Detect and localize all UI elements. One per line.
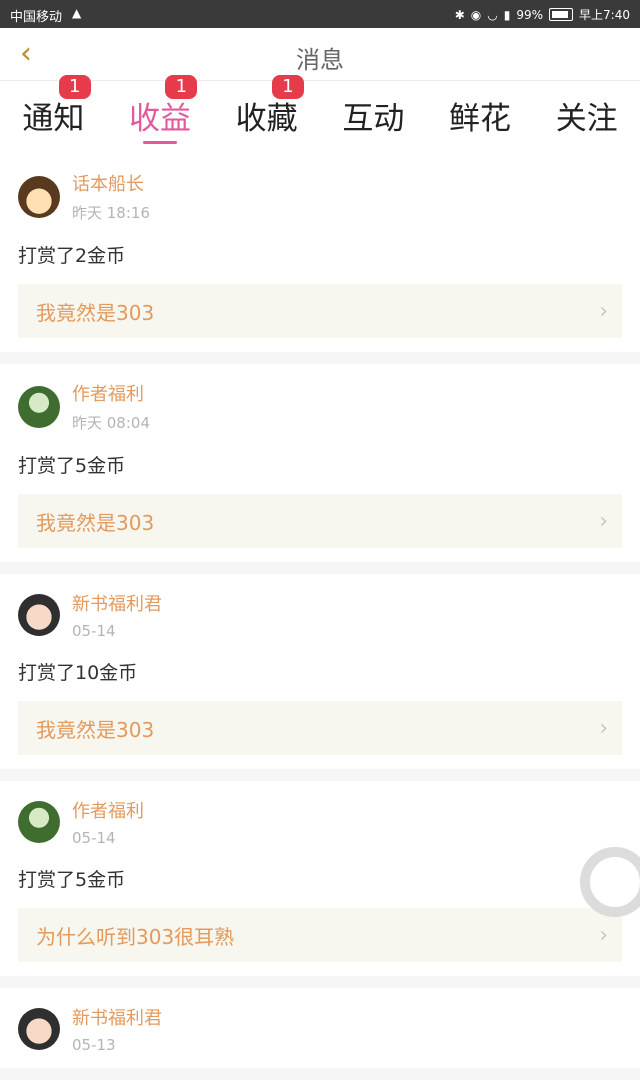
- tab-favorites[interactable]: 收藏 1: [213, 75, 320, 154]
- tab-notifications[interactable]: 通知 1: [0, 75, 107, 154]
- active-tab-indicator: [143, 141, 177, 144]
- reward-message: 打赏了2金币: [18, 245, 126, 267]
- battery-icon: [549, 8, 574, 21]
- item-header: 新书福利君 05-14: [18, 590, 622, 640]
- tab-earnings[interactable]: 收益 1: [107, 75, 214, 154]
- story-title: 我竟然是303: [36, 300, 155, 325]
- tab-label: 关注: [555, 101, 618, 137]
- list-item[interactable]: 话本船长 昨天 18:16 打赏了2金币 我竟然是303 ›: [0, 154, 640, 352]
- header: ‹ 消息: [0, 28, 640, 81]
- cell-signal-icon: ▮: [503, 7, 511, 22]
- tab-label: 互动: [342, 101, 405, 137]
- avatar[interactable]: [18, 594, 60, 636]
- item-meta: 作者福利 昨天 08:04: [72, 380, 150, 433]
- story-title: 我竟然是303: [36, 510, 155, 535]
- item-header: 作者福利 昨天 08:04: [18, 380, 622, 433]
- timestamp: 05-14: [72, 622, 116, 640]
- user-name[interactable]: 新书福利君: [72, 1004, 162, 1030]
- tab-flowers[interactable]: 鲜花: [427, 81, 534, 154]
- reward-message: 打赏了5金币: [18, 455, 126, 477]
- tab-badge: 1: [58, 75, 91, 99]
- item-meta: 作者福利 05-14: [72, 797, 144, 847]
- avatar[interactable]: [18, 801, 60, 843]
- bluetooth-icon: ✱: [454, 7, 465, 22]
- signal-icon: ▲: [72, 6, 82, 20]
- chevron-right-icon: ›: [599, 299, 608, 324]
- chevron-right-icon: ›: [599, 509, 608, 534]
- item-header: 话本船长 昨天 18:16: [18, 170, 622, 223]
- tab-following[interactable]: 关注: [533, 81, 640, 154]
- reward-message: 打赏了10金币: [18, 662, 138, 684]
- story-link[interactable]: 我竟然是303 ›: [18, 494, 622, 548]
- avatar[interactable]: [18, 385, 60, 428]
- item-meta: 新书福利君 05-14: [72, 590, 162, 640]
- tab-badge: 1: [165, 75, 198, 99]
- tab-label: 鲜花: [449, 101, 512, 137]
- status-bar: 中国移动 ▲ ✱ ◉ ◡ ▮ 99% 早上7:40: [0, 0, 640, 28]
- tab-label: 通知: [22, 101, 85, 137]
- message-list: 话本船长 昨天 18:16 打赏了2金币 我竟然是303 › 作者福利 昨天 0…: [0, 154, 640, 1080]
- list-item[interactable]: 新书福利君 05-13: [0, 988, 640, 1068]
- eye-icon: ◉: [470, 7, 482, 22]
- item-header: 作者福利 05-14: [18, 797, 622, 847]
- list-item[interactable]: 作者福利 昨天 08:04 打赏了5金币 我竟然是303 ›: [0, 364, 640, 562]
- list-item[interactable]: 新书福利君 05-14 打赏了10金币 我竟然是303 ›: [0, 574, 640, 769]
- item-meta: 新书福利君 05-13: [72, 1004, 162, 1054]
- battery-percent: 99%: [516, 7, 544, 22]
- chevron-right-icon: ›: [599, 923, 608, 948]
- wifi-icon: ◡: [487, 7, 498, 22]
- timestamp: 05-13: [72, 1036, 116, 1054]
- avatar[interactable]: [18, 1008, 60, 1050]
- list-item[interactable]: 作者福利 05-14 打赏了5金币 为什么听到303很耳熟 ›: [0, 781, 640, 976]
- user-name[interactable]: 作者福利: [72, 797, 144, 823]
- story-title: 为什么听到303很耳熟: [36, 924, 235, 949]
- timestamp: 昨天 08:04: [72, 414, 150, 432]
- user-name[interactable]: 新书福利君: [72, 590, 162, 616]
- tab-badge: 1: [272, 75, 305, 99]
- tab-interactions[interactable]: 互动: [320, 81, 427, 154]
- tab-label: 收益: [129, 101, 191, 137]
- page-title: 消息: [296, 46, 344, 74]
- chevron-right-icon: ›: [599, 716, 608, 741]
- avatar[interactable]: [18, 175, 60, 218]
- timestamp: 昨天 18:16: [72, 204, 150, 222]
- status-right: ✱ ◉ ◡ ▮ 99% 早上7:40: [455, 6, 630, 23]
- user-name[interactable]: 作者福利: [72, 380, 150, 406]
- timestamp: 05-14: [72, 829, 116, 847]
- story-link[interactable]: 我竟然是303 ›: [18, 284, 622, 338]
- story-link[interactable]: 为什么听到303很耳熟 ›: [18, 908, 622, 962]
- item-meta: 话本船长 昨天 18:16: [72, 170, 150, 223]
- carrier-label: 中国移动: [10, 10, 63, 25]
- story-link[interactable]: 我竟然是303 ›: [18, 701, 622, 755]
- clock: 早上7:40: [579, 8, 630, 22]
- tab-bar: 通知 1 收益 1 收藏 1 互动 鲜花 关注: [0, 75, 640, 154]
- tab-label: 收藏: [235, 101, 298, 137]
- user-name[interactable]: 话本船长: [72, 170, 150, 196]
- item-header: 新书福利君 05-13: [18, 1004, 622, 1054]
- reward-message: 打赏了5金币: [18, 869, 126, 891]
- story-title: 我竟然是303: [36, 717, 155, 742]
